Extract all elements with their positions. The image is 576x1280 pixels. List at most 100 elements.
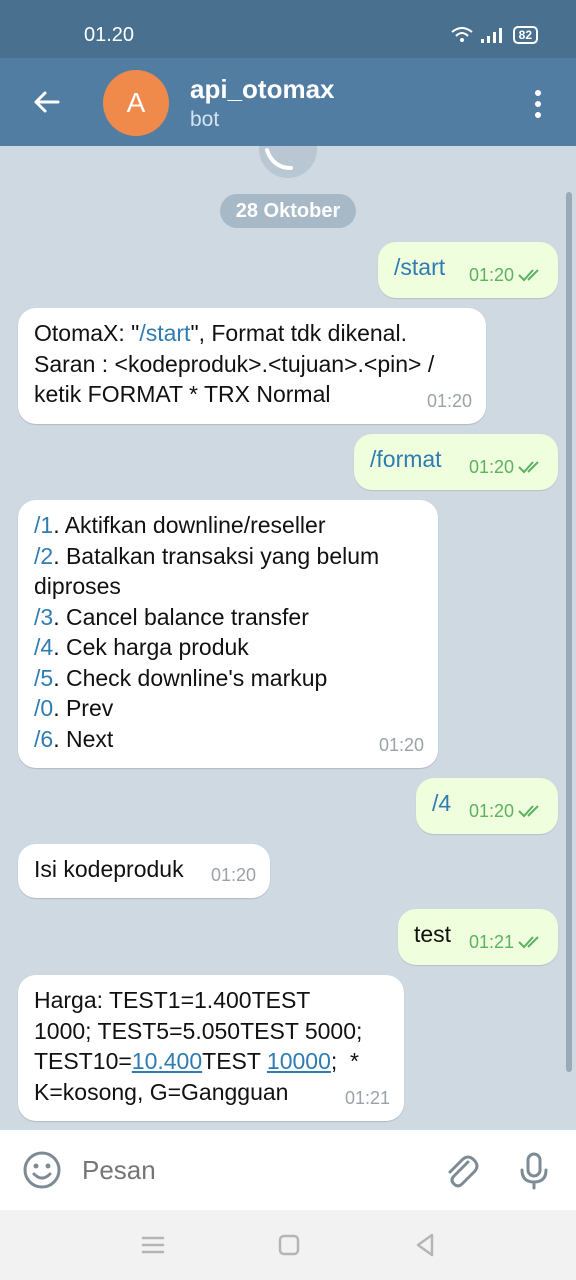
incoming-message[interactable]: Harga: TEST1=1.400TEST 1000; TEST5=5.050… <box>18 975 404 1121</box>
message-meta: 01:20 <box>211 860 256 891</box>
incoming-message[interactable]: OtomaX: "/start", Format tdk dikenal. Sa… <box>18 308 486 424</box>
menu-item: /4. Cek harga produk <box>34 632 422 663</box>
phone-link[interactable]: 10000 <box>267 1048 331 1074</box>
menu-item-label: . Next <box>53 725 114 752</box>
menu-item-label: . Prev <box>53 695 114 721</box>
message-line: OtomaX: "/start", Format tdk dikenal. <box>34 318 470 349</box>
message-text: OtomaX: " <box>34 320 140 346</box>
menu-item-label: . Check downline's markup <box>53 664 328 691</box>
message-text[interactable]: /4 <box>432 790 451 816</box>
emoji-icon[interactable] <box>22 1150 62 1190</box>
command-link[interactable]: /2 <box>34 543 53 569</box>
signal-icon <box>480 28 502 43</box>
message-text: ; * <box>330 1048 360 1074</box>
outgoing-message[interactable]: /format 01:20 <box>354 434 558 490</box>
menu-item: /2. Batalkan transaksi yang belum <box>34 541 422 572</box>
message-text: ", Format tdk dikenal. <box>190 320 407 346</box>
command-link[interactable]: /3 <box>34 604 53 630</box>
menu-item-label: . Cancel balance transfer <box>53 603 309 630</box>
more-menu-button[interactable] <box>520 84 556 124</box>
message-text: test <box>414 921 452 947</box>
dot-icon <box>535 90 541 96</box>
menu-item: /5. Check downline's markup <box>34 663 422 694</box>
back-button[interactable] <box>24 80 68 124</box>
chat-header: A api_otomax bot <box>0 58 576 146</box>
message-meta: 01:21 <box>345 1083 390 1114</box>
double-check-icon <box>518 269 539 282</box>
status-time: 01.20 <box>84 24 135 46</box>
command-link[interactable]: /6 <box>34 726 53 752</box>
message-time: 01:20 <box>468 456 514 477</box>
status-icons: 82 <box>451 26 538 44</box>
menu-item-label: . Aktifkan downline/reseller <box>53 512 326 538</box>
message-meta: 01:20 <box>379 730 424 761</box>
system-navigation-bar <box>0 1210 576 1280</box>
message-time: 01:21 <box>344 1087 390 1108</box>
outgoing-message[interactable]: /4 01:20 <box>416 778 558 834</box>
message-line: 1000; TEST5=5.050TEST 5000; <box>34 1017 363 1044</box>
dot-icon <box>535 112 541 118</box>
command-link[interactable]: /4 <box>34 634 53 660</box>
dot-icon <box>535 101 541 107</box>
battery-icon: 82 <box>512 26 538 44</box>
message-text: TEST10= <box>34 1048 132 1074</box>
message-time: 01:20 <box>468 264 514 285</box>
double-check-icon <box>518 461 539 474</box>
outgoing-message[interactable]: /start 01:20 <box>378 242 558 298</box>
back-triangle-icon[interactable] <box>410 1230 440 1260</box>
menu-item: diproses <box>34 571 422 602</box>
outgoing-message[interactable]: test 01:21 <box>398 909 558 965</box>
message-text[interactable]: /start <box>394 254 445 280</box>
message-meta: 01:20 <box>469 796 544 827</box>
message-line: K=kosong, G=Gangguan <box>34 1078 289 1105</box>
scrollbar[interactable] <box>566 192 572 1072</box>
message-meta: 01:20 <box>469 452 544 483</box>
menu-item-label: diproses <box>34 573 121 599</box>
chat-area[interactable]: 28 Oktober /start 01:20 OtomaX: "/start"… <box>0 146 576 1130</box>
avatar[interactable]: A <box>103 70 169 136</box>
menu-item: /0. Prev <box>34 693 422 724</box>
command-link[interactable]: /1 <box>34 512 53 538</box>
message-time: 01:20 <box>210 864 256 885</box>
menu-item: /6. Next <box>34 724 422 755</box>
message-time: 01:20 <box>426 390 472 411</box>
message-time: 01:21 <box>468 931 514 952</box>
date-chip: 28 Oktober <box>220 194 356 228</box>
message-line: Saran : <kodeproduk>.<tujuan>.<pin> / <box>34 350 435 377</box>
status-bar: 01.20 82 <box>0 0 576 58</box>
microphone-icon[interactable] <box>514 1150 554 1190</box>
message-meta: 01:20 <box>427 386 472 417</box>
menu-item-label: . Cek harga produk <box>53 634 249 660</box>
message-line: TEST10=10.400TEST 10000; * <box>34 1046 388 1077</box>
loading-spinner-icon <box>259 146 317 178</box>
double-check-icon <box>518 936 539 949</box>
wifi-icon <box>451 27 473 42</box>
message-meta: 01:21 <box>469 927 544 958</box>
chat-title[interactable]: api_otomax <box>190 74 335 105</box>
message-composer <box>0 1130 576 1210</box>
message-text: TEST <box>202 1048 267 1074</box>
menu-item: /1. Aktifkan downline/reseller <box>34 510 422 541</box>
paperclip-icon[interactable] <box>440 1150 480 1190</box>
message-text[interactable]: /format <box>370 446 442 472</box>
message-input[interactable] <box>82 1152 402 1188</box>
menu-item-label: . Batalkan transaksi yang belum <box>53 542 380 569</box>
double-check-icon <box>518 805 539 818</box>
command-link[interactable]: /start <box>139 320 190 346</box>
incoming-message[interactable]: Isi kodeproduk 01:20 <box>18 844 270 898</box>
command-link[interactable]: /5 <box>34 665 53 691</box>
command-link[interactable]: /0 <box>34 695 53 721</box>
incoming-menu-message[interactable]: /1. Aktifkan downline/reseller /2. Batal… <box>18 500 438 768</box>
arrow-left-icon <box>34 91 60 113</box>
home-icon[interactable] <box>274 1230 304 1260</box>
phone-link[interactable]: 10.400 <box>132 1048 202 1074</box>
message-line: ketik FORMAT * TRX Normal <box>34 381 331 407</box>
message-meta: 01:20 <box>469 260 544 291</box>
menu-icon[interactable] <box>138 1230 168 1260</box>
message-line: Harga: TEST1=1.400TEST <box>34 987 311 1013</box>
message-time: 01:20 <box>378 734 424 755</box>
message-time: 01:20 <box>468 800 514 821</box>
menu-item: /3. Cancel balance transfer <box>34 602 422 633</box>
message-text: Isi kodeproduk <box>34 856 184 882</box>
chat-subtitle: bot <box>190 108 220 131</box>
